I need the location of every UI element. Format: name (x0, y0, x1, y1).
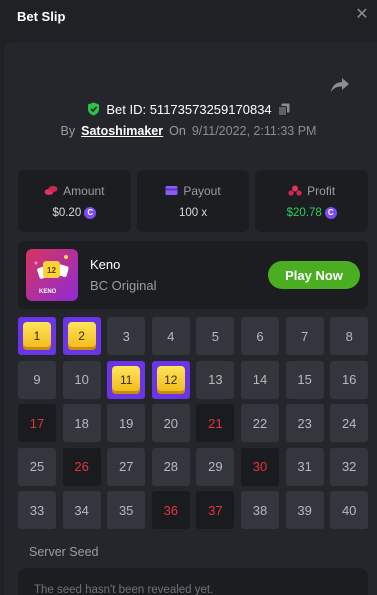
keno-tile: 27 (107, 447, 146, 486)
keno-tile: 14 (241, 360, 279, 399)
keno-tile: 7 (285, 317, 324, 355)
amount-stat: Amount $0.20 C (18, 170, 131, 232)
keno-tile: 20 (151, 404, 190, 443)
keno-tile: 6 (241, 317, 279, 355)
keno-tile: 40 (330, 491, 369, 530)
keno-tile: 13 (196, 360, 235, 399)
keno-tile: 26 (62, 447, 101, 486)
keno-tile: 25 (18, 447, 56, 486)
game-card: 12 KENO Keno BC Original Play Now (18, 241, 368, 309)
amount-label: Amount (63, 183, 105, 198)
close-icon[interactable]: ✕ (355, 7, 369, 23)
keno-tile-number: 2 (67, 322, 96, 350)
keno-tile: 21 (196, 404, 235, 443)
keno-tile: 36 (151, 491, 190, 530)
keno-tile: 9 (18, 360, 56, 399)
keno-tile: 34 (62, 491, 101, 530)
keno-tile: 18 (62, 404, 101, 443)
keno-tile: 32 (330, 447, 369, 486)
keno-tile: 19 (107, 404, 146, 443)
game-name: Keno (90, 257, 121, 272)
bet-id-value: 51173573259170834 (149, 101, 272, 117)
keno-tile: 37 (196, 491, 235, 530)
keno-tile: 29 (196, 447, 235, 486)
bet-stats: Amount $0.20 C Payout 100 x Profit $20.7… (18, 170, 369, 232)
keno-tile: 39 (285, 491, 324, 530)
bet-date: 9/11/2022, 2:11:33 PM (191, 124, 317, 138)
shield-icon (88, 102, 100, 116)
header-bar: Bet Slip ✕ (0, 0, 377, 42)
bet-meta-row: By Satoshimaker On 9/11/2022, 2:11:33 PM (0, 122, 377, 140)
on-label: On (169, 124, 186, 138)
page-title: Bet Slip (17, 9, 66, 24)
keno-tile: 4 (151, 317, 190, 355)
bet-id-label: Bet ID: (106, 101, 147, 117)
server-seed-field: The seed hasn't been revealed yet. (18, 568, 368, 595)
keno-tile: 5 (196, 317, 235, 355)
keno-tile: 2 (62, 317, 101, 355)
keno-tile: 17 (18, 404, 56, 443)
coin-icon: C (324, 206, 337, 219)
keno-tile: 24 (330, 404, 369, 443)
profit-label: Profit (307, 183, 336, 198)
server-seed-value: The seed hasn't been revealed yet. (34, 584, 214, 595)
keno-tile: 8 (330, 317, 369, 355)
thumb-number: 12 (47, 266, 56, 275)
keno-tile: 12 (151, 360, 190, 399)
bet-id-row: Bet ID: 51173573259170834 (0, 100, 377, 118)
payout-stat: Payout 100 x (136, 170, 250, 232)
keno-tile: 10 (62, 360, 101, 399)
wallet-icon (165, 186, 178, 195)
payout-label: Payout (183, 183, 221, 198)
share-icon[interactable] (330, 76, 350, 94)
coins-icon (44, 186, 58, 195)
keno-tile: 35 (107, 491, 146, 530)
keno-tile: 38 (241, 491, 279, 530)
keno-tile: 30 (241, 447, 279, 486)
username-link[interactable]: Satoshimaker (81, 124, 163, 138)
keno-tile: 31 (285, 447, 324, 486)
keno-tile: 11 (107, 360, 146, 399)
keno-thumbnail[interactable]: 12 KENO (26, 249, 78, 301)
keno-tile: 28 (151, 447, 190, 486)
by-label: By (60, 124, 76, 138)
keno-tile: 16 (330, 360, 369, 399)
keno-tile-number: 11 (112, 365, 141, 394)
profit-value: $20.78 (286, 206, 322, 219)
copy-icon[interactable] (277, 103, 290, 116)
thumb-label: KENO (39, 289, 57, 295)
keno-tile-number: 1 (23, 322, 51, 350)
keno-tile: 23 (285, 404, 324, 443)
keno-tile-number: 12 (156, 365, 185, 394)
keno-tile: 33 (18, 491, 56, 530)
play-now-button[interactable]: Play Now (268, 261, 360, 289)
keno-tile: 22 (241, 404, 279, 443)
profit-stat: Profit $20.78 C (255, 170, 369, 232)
coin-icon: C (84, 206, 97, 219)
server-seed-label: Server Seed (29, 545, 99, 559)
keno-tile: 1 (18, 317, 56, 355)
profit-icon (288, 185, 302, 196)
keno-tile: 3 (107, 317, 146, 355)
keno-tile: 15 (285, 360, 324, 399)
keno-ball-icon: 12 KENO (34, 255, 69, 295)
amount-value: $0.20 (52, 206, 82, 219)
game-subtitle: BC Original (90, 278, 157, 293)
payout-value: 100 x (178, 206, 208, 219)
